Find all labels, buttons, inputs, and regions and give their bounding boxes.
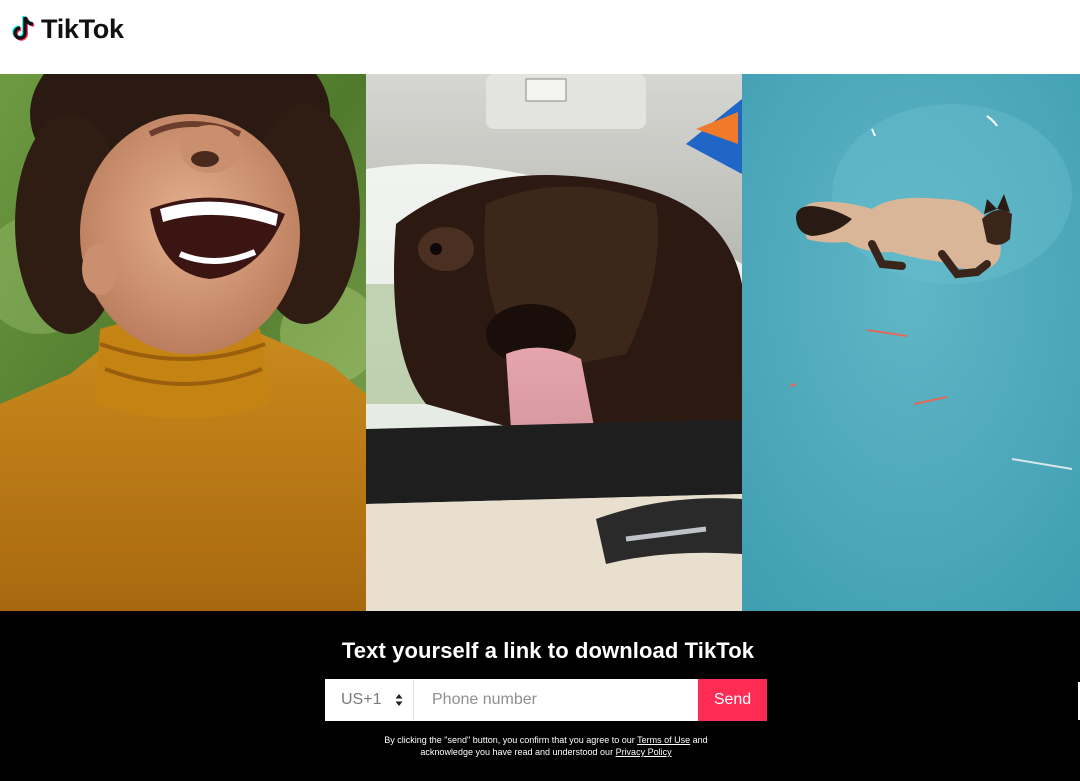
download-link-section: Text yourself a link to download TikTok …	[0, 611, 1080, 781]
laughing-person-video[interactable]	[0, 74, 366, 611]
legal-text-part1: By clicking the "send" button, you confi…	[384, 735, 638, 745]
legal-text-part3: acknowledge you have read and understood…	[420, 747, 616, 757]
send-button[interactable]: Send	[698, 679, 767, 721]
cat-on-ice-image	[742, 74, 1080, 611]
phone-link-form: US+1 Send	[325, 679, 767, 721]
country-code-select[interactable]: US+1	[325, 679, 414, 721]
top-bar: TikTok	[0, 0, 1080, 74]
legal-text-part2: and	[690, 735, 708, 745]
download-title: Text yourself a link to download TikTok	[341, 638, 755, 663]
country-code-value: US+1	[341, 691, 382, 708]
bison-car-window-video[interactable]	[366, 74, 742, 611]
sort-caret-icon	[395, 694, 403, 706]
tiktok-logo[interactable]: TikTok	[10, 12, 124, 46]
laughing-person-image	[0, 74, 366, 611]
video-gallery	[0, 74, 1080, 611]
cat-on-ice-video[interactable]	[742, 74, 1080, 611]
logo-wordmark: TikTok	[41, 13, 124, 44]
bison-image	[366, 74, 742, 611]
legal-notice: By clicking the "send" button, you confi…	[0, 734, 1080, 758]
phone-number-input[interactable]	[414, 679, 698, 721]
tiktok-note-icon	[12, 15, 35, 41]
privacy-policy-link[interactable]: Privacy Policy	[616, 747, 672, 757]
terms-of-use-link[interactable]: Terms of Use	[637, 735, 690, 745]
